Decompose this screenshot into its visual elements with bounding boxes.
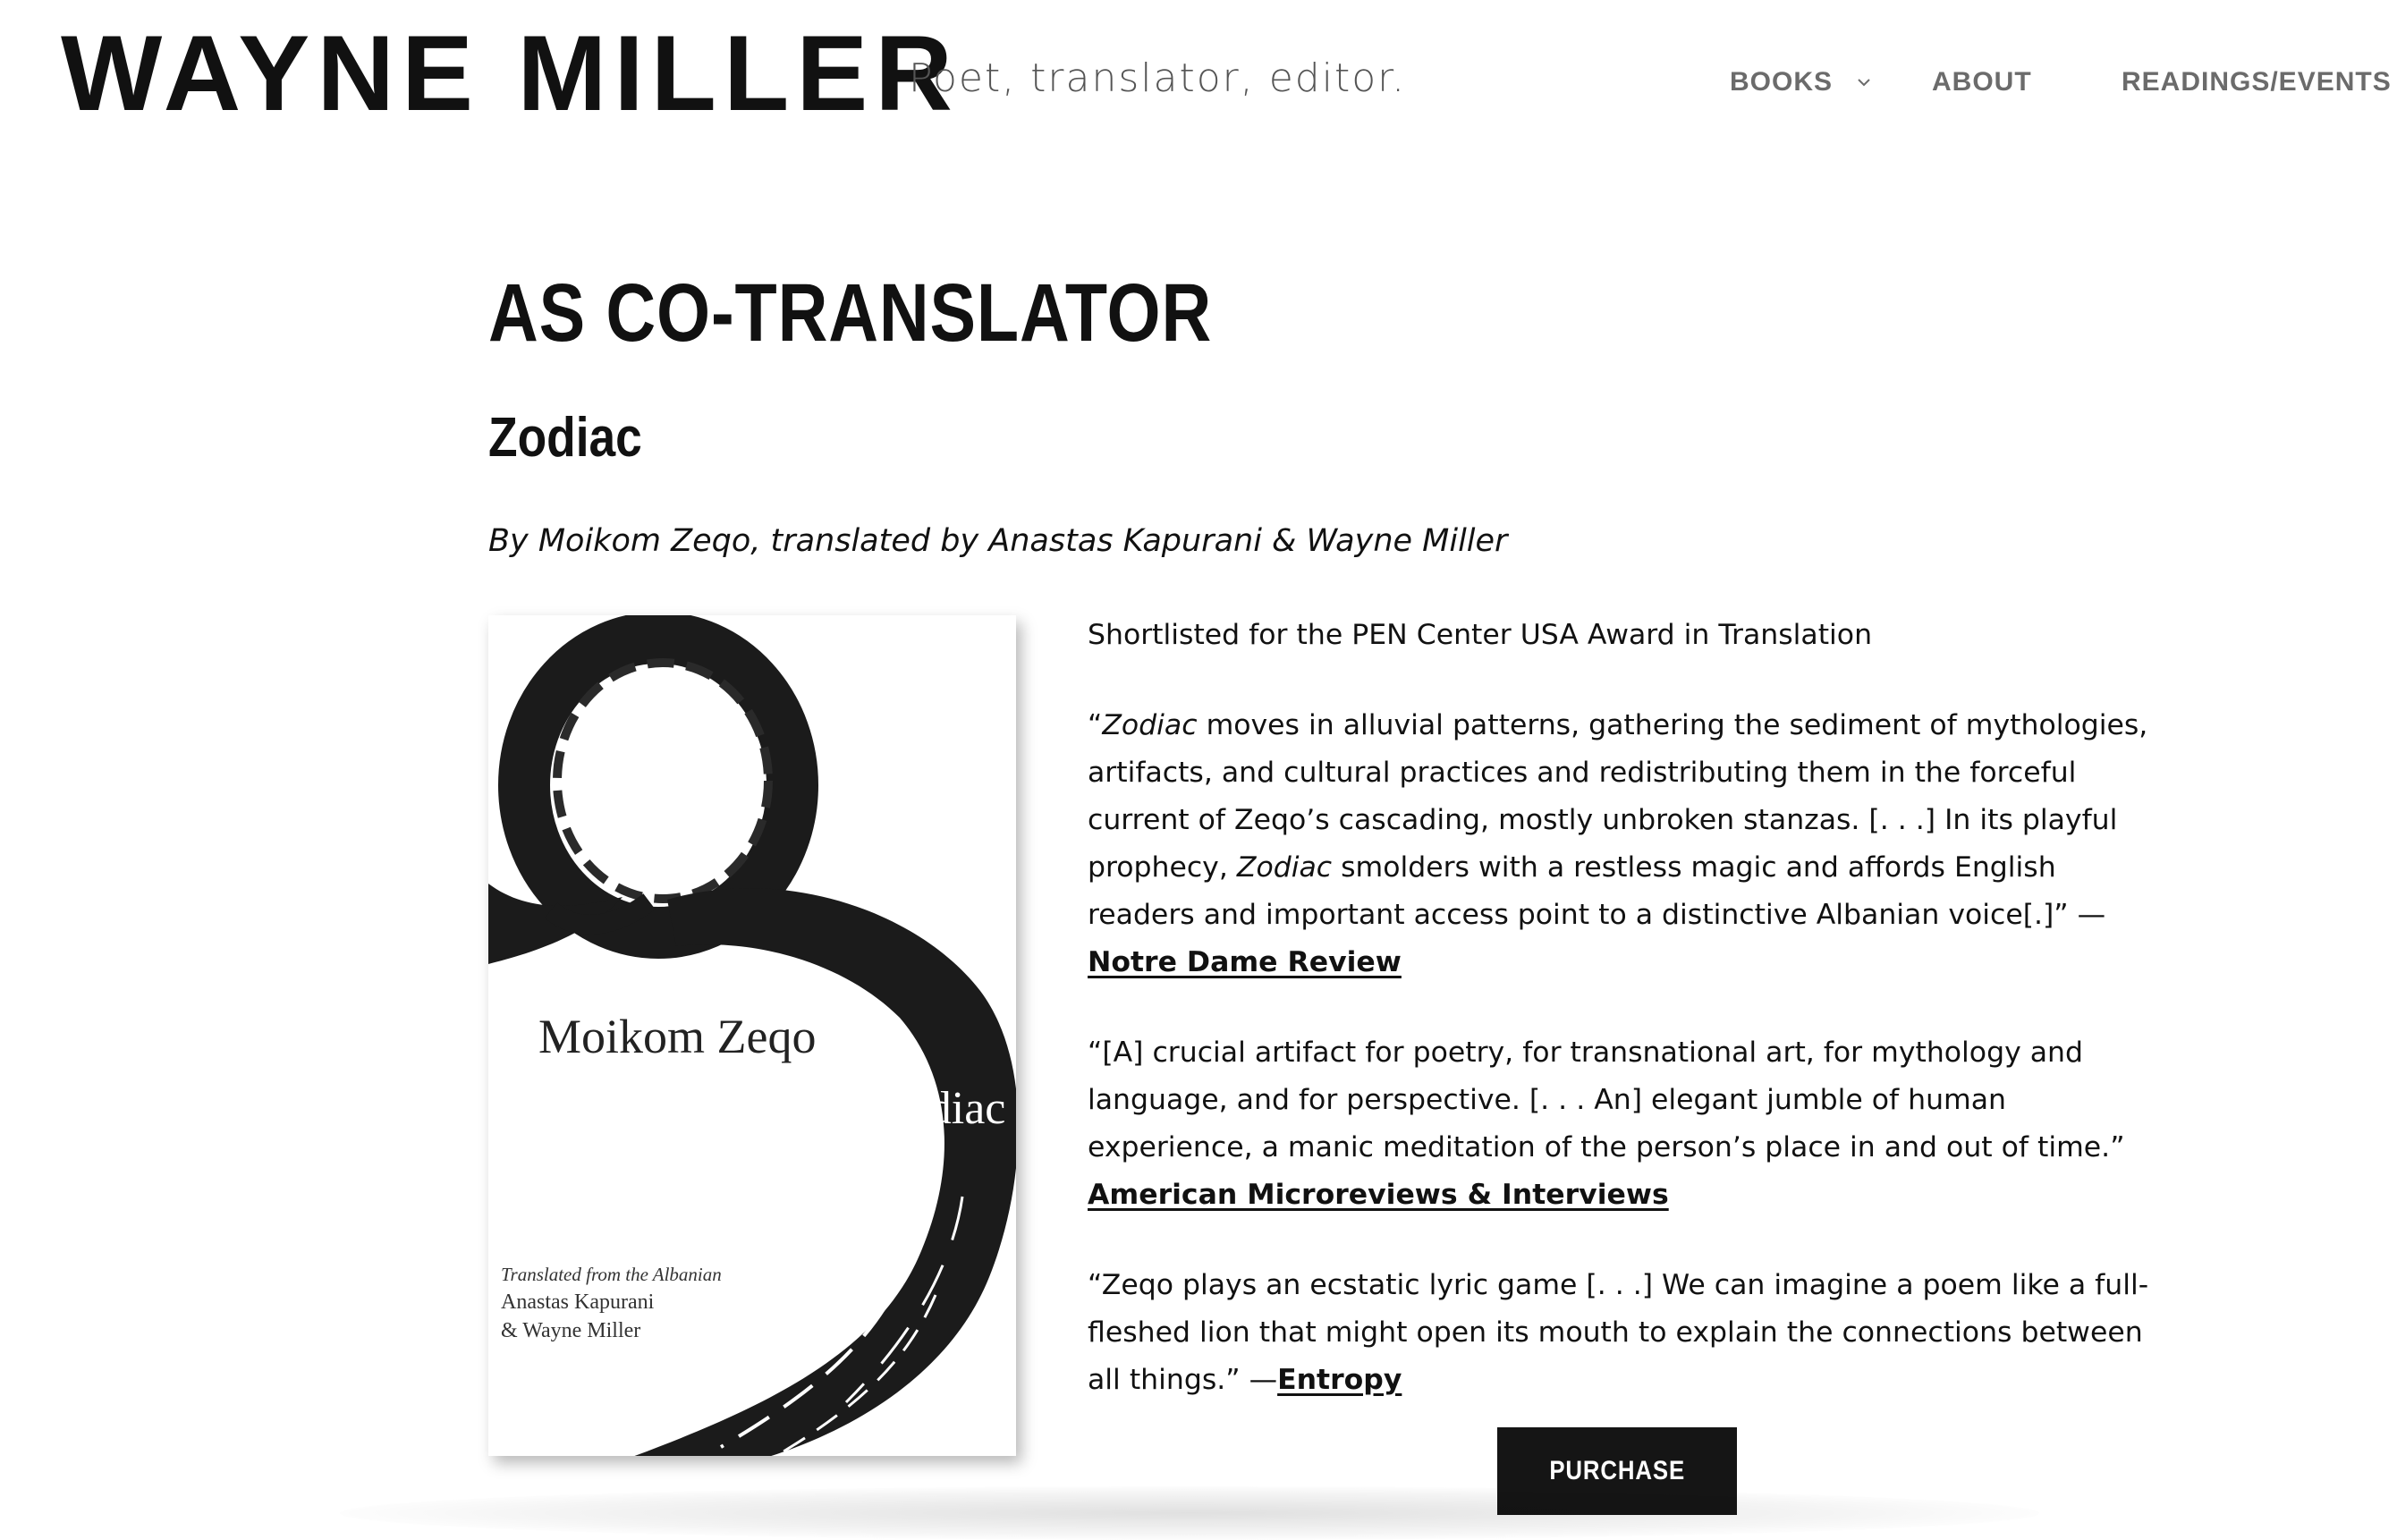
main-nav: BOOKS ABOUT READINGS/EVENTS <box>0 63 2397 102</box>
review-american-microreviews: “[A] crucial artifact for poetry, for tr… <box>1088 1029 2161 1219</box>
book-byline: By Moikom Zeqo, translated by Anastas Ka… <box>488 523 1508 559</box>
book-cover-image[interactable]: Moikom Zeqo Zodiac Translated from the A… <box>488 615 1016 1456</box>
link-notre-dame-review[interactable]: Notre Dame Review <box>1088 946 1402 978</box>
cover-credit-translator: Anastas Kapurani <box>501 1290 655 1314</box>
site-header: WAYNE MILLER Poet, translator, editor. B… <box>0 0 2397 152</box>
review-text: “Zeqo plays an ecstatic lyric game [. . … <box>1088 1269 2149 1396</box>
award-note: Shortlisted for the PEN Center USA Award… <box>1088 619 1873 651</box>
section-title: AS CO-TRANSLATOR <box>488 267 1213 359</box>
cover-credit-translator: & Wayne Miller <box>501 1319 641 1342</box>
book-description: Shortlisted for the PEN Center USA Award… <box>1088 612 2161 1447</box>
review-text: “[A] crucial artifact for poetry, for tr… <box>1088 1037 2125 1163</box>
review-title-emphasis: Zodiac <box>1236 851 1333 884</box>
book-title: Zodiac <box>488 407 642 469</box>
nav-about[interactable]: ABOUT <box>1932 63 2032 102</box>
footer-shadow <box>340 1486 2039 1540</box>
cover-credit-line: Translated from the Albanian <box>501 1264 722 1285</box>
nav-books[interactable]: BOOKS <box>1730 63 1833 102</box>
cover-credit: Translated from the Albanian Anastas Kap… <box>501 1261 722 1345</box>
chevron-down-icon[interactable] <box>1853 63 1875 102</box>
purchase-label: PURCHASE <box>1549 1456 1685 1485</box>
cover-title: Zodiac <box>877 1083 1006 1134</box>
link-american-microreviews[interactable]: American Microreviews & Interviews <box>1088 1179 1669 1211</box>
review-title-emphasis: Zodiac <box>1102 709 1198 741</box>
review-text: “ <box>1088 709 1103 741</box>
cover-author: Moikom Zeqo <box>538 1010 817 1063</box>
review-notre-dame: “Zodiac moves in alluvial patterns, gath… <box>1088 702 2161 986</box>
review-entropy: “Zeqo plays an ecstatic lyric game [. . … <box>1088 1262 2161 1404</box>
link-entropy[interactable]: Entropy <box>1277 1364 1402 1396</box>
nav-readings-events[interactable]: READINGS/EVENTS <box>2122 63 2392 102</box>
